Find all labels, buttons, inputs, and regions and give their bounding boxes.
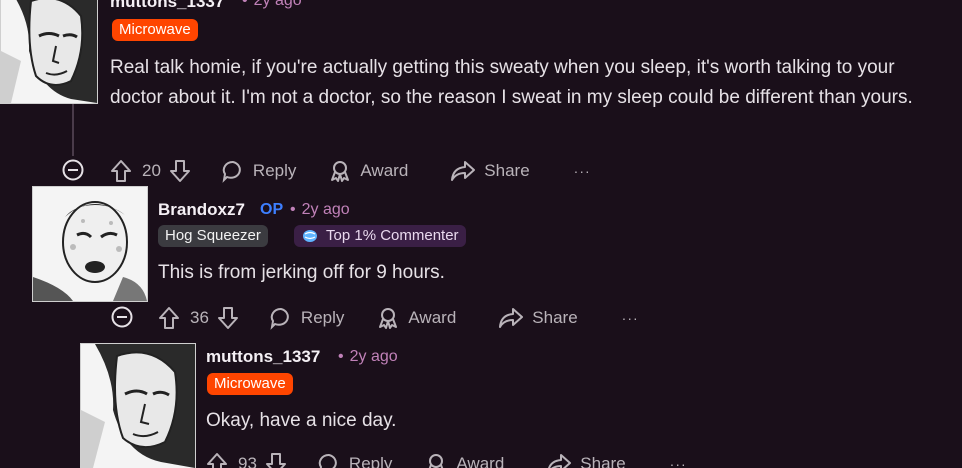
share-arrow-icon <box>499 308 524 328</box>
vote-count: 20 <box>142 161 161 180</box>
reply-label: Reply <box>300 308 345 327</box>
top-commenter-badge: Top 1% Commenter <box>294 225 466 247</box>
award-button[interactable]: Award <box>424 452 504 468</box>
vote-count: 93 <box>238 454 257 468</box>
timestamp: • 2y ago <box>338 348 398 365</box>
timestamp-text: 2y ago <box>301 201 350 218</box>
share-arrow-icon <box>451 161 476 181</box>
timestamp: • 2y ago <box>242 0 302 10</box>
vote-count: 36 <box>190 308 209 327</box>
share-label: Share <box>484 161 530 180</box>
user-flair: Microwave <box>207 373 293 395</box>
share-button[interactable]: Share <box>498 306 578 330</box>
award-icon <box>429 454 444 468</box>
reply-button[interactable]: Reply <box>221 159 296 183</box>
manga-face-avatar-icon <box>33 187 147 301</box>
award-icon <box>379 308 398 329</box>
arrow-up-icon[interactable] <box>206 452 228 468</box>
reply-label: Reply <box>348 454 393 468</box>
more-options-button[interactable]: ··· <box>670 456 687 468</box>
arrow-up-icon[interactable] <box>110 159 132 183</box>
user-flair: Microwave <box>112 19 198 41</box>
manga-face-avatar-icon <box>1 0 97 103</box>
share-label: Share <box>532 308 578 327</box>
comment-body: Okay, have a nice day. <box>206 410 397 431</box>
timestamp: • 2y ago <box>290 201 350 218</box>
op-badge: OP <box>260 201 284 218</box>
reply-label: Reply <box>252 161 297 180</box>
reply-button[interactable]: Reply <box>317 452 392 468</box>
award-label: Award <box>408 308 457 327</box>
vote-control: 36 <box>158 306 239 330</box>
user-flair: Hog Squeezer <box>158 225 268 247</box>
award-icon <box>331 161 350 182</box>
arrow-down-icon[interactable] <box>169 159 191 183</box>
timestamp-text: 2y ago <box>349 348 398 365</box>
arrow-up-icon[interactable] <box>158 306 180 330</box>
vote-control: 20 <box>110 159 191 183</box>
speech-bubble-icon <box>222 160 241 183</box>
comment-thread: muttons_1337 • 2y ago Microwave Real talk… <box>0 0 962 468</box>
more-icon: ··· <box>573 163 591 179</box>
share-button[interactable]: Share <box>450 159 530 183</box>
share-arrow-icon <box>548 454 572 468</box>
share-label: Share <box>580 454 626 468</box>
comment-body: Real talk homie, if you're actually gett… <box>110 57 913 108</box>
comment-actions: 93 Reply Award Share ··· <box>206 450 687 468</box>
vote-control: 93 <box>206 452 287 468</box>
top-commenter-icon <box>303 230 317 242</box>
username[interactable]: Brandoxz7 <box>158 200 245 220</box>
share-button[interactable]: Share <box>546 452 626 468</box>
more-icon: ··· <box>669 456 687 468</box>
timestamp-text: 2y ago <box>253 0 302 9</box>
more-options-button[interactable]: ··· <box>574 163 591 179</box>
reply-button[interactable]: Reply <box>269 306 344 330</box>
collapse-thread-icon[interactable] <box>111 306 133 328</box>
comment-body: This is from jerking off for 9 hours. <box>158 262 445 283</box>
avatar[interactable] <box>0 0 98 104</box>
comment-actions: 36 Reply Award Share ··· <box>158 304 639 332</box>
award-button[interactable]: Award <box>328 159 408 183</box>
award-label: Award <box>360 161 409 180</box>
arrow-down-icon[interactable] <box>217 306 239 330</box>
arrow-down-icon[interactable] <box>265 452 287 468</box>
username[interactable]: muttons_1337 <box>206 347 320 367</box>
username[interactable]: muttons_1337 <box>110 0 224 12</box>
top-commenter-label: Top 1% Commenter <box>326 227 459 244</box>
collapse-thread-icon[interactable] <box>62 159 84 181</box>
avatar[interactable] <box>32 186 148 302</box>
avatar[interactable] <box>80 343 196 468</box>
more-icon: ··· <box>621 310 639 326</box>
speech-bubble-icon <box>270 307 289 330</box>
thread-line[interactable] <box>72 104 74 156</box>
award-label: Award <box>456 454 505 468</box>
speech-bubble-icon <box>318 453 337 468</box>
more-options-button[interactable]: ··· <box>622 310 639 326</box>
manga-face-avatar-icon <box>81 344 195 468</box>
comment-actions: 20 Reply Award Share ··· <box>110 157 591 185</box>
award-button[interactable]: Award <box>376 306 456 330</box>
